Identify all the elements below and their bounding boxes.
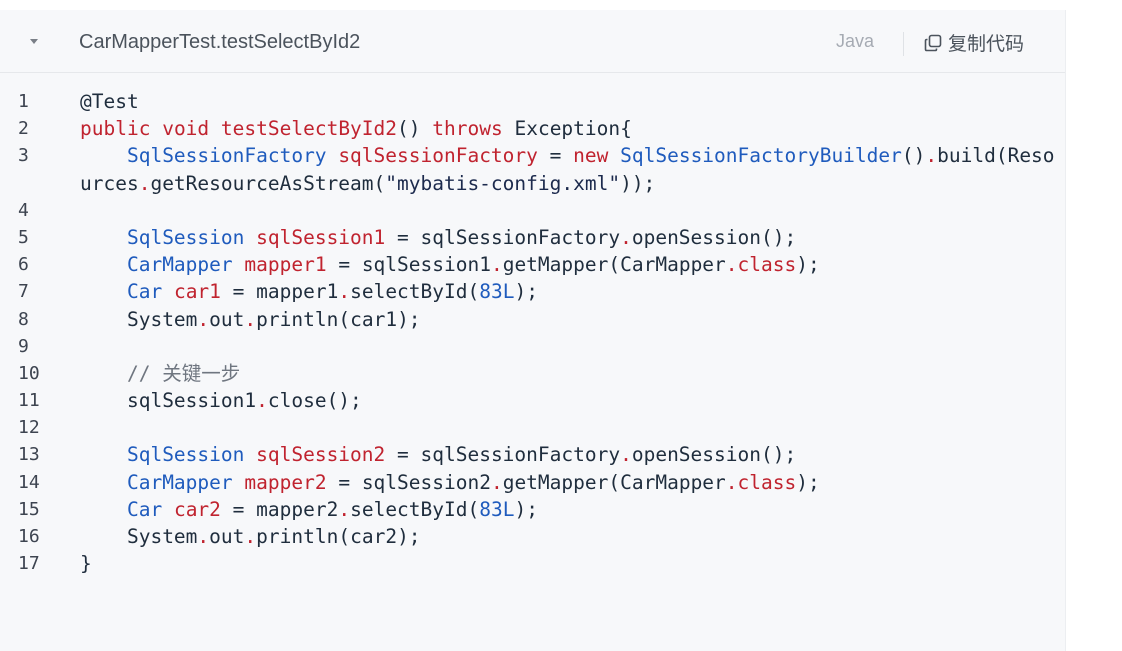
code-block-header: CarMapperTest.testSelectById2 Java 复制代码 [0,10,1065,73]
copy-label: 复制代码 [948,34,1025,55]
code-line: 6 CarMapper mapper1 = sqlSession1.getMap… [0,251,1065,278]
code-text: Car car1 = mapper1.selectById(83L); [126,280,538,304]
code-text: System.out.println(car2); [126,525,421,549]
line-number: 9 [18,335,29,357]
code-text: SqlSession sqlSession1 = sqlSessionFacto… [126,225,797,249]
code-content[interactable]: 1 @Test 2 public void testSelectById2() thr… [0,88,1065,577]
code-line: 8 System.out.println(car1); [0,306,1065,333]
line-number: 5 [18,226,29,248]
code-text: sqlSession1.close(); [126,389,362,413]
line-number: 6 [18,254,29,276]
line-number: 17 [18,553,40,575]
code-text: Car car2 = mapper2.selectById(83L); [126,497,538,521]
code-text: CarMapper mapper1 = sqlSession1.getMappe… [126,253,820,277]
code-text: // 关键一步 [80,361,241,385]
code-line: 13 SqlSession sqlSession2 = sqlSessionFa… [0,441,1065,468]
line-number: 15 [18,498,40,520]
line-number: 14 [18,471,40,493]
line-number: 13 [18,444,40,466]
line-number: 4 [18,199,29,221]
code-text: CarMapper mapper2 = sqlSession2.getMappe… [126,470,820,494]
code-line: 7 Car car1 = mapper1.selectById(83L); [0,278,1065,305]
line-number: 7 [18,281,29,303]
code-text: } [80,552,92,576]
code-text: SqlSessionFactory sqlSessionFactory = ne… [80,144,1055,195]
copy-code-button[interactable]: 复制代码 [924,29,1024,56]
chevron-down-icon[interactable] [30,39,38,44]
code-line: 10 // 关键一步 [0,360,1065,387]
copy-icon [924,34,942,51]
header-divider [903,32,904,56]
code-line: 17} [0,550,1065,577]
code-line: 16 System.out.println(car2); [0,523,1065,550]
code-text: System.out.println(car1); [126,307,421,331]
line-number: 12 [18,417,40,439]
code-line: 14 CarMapper mapper2 = sqlSession2.getMa… [0,469,1065,496]
line-number: 2 [18,118,29,140]
code-line: 1 @Test [0,88,1065,115]
line-number: 1 [18,91,29,112]
code-block: CarMapperTest.testSelectById2 Java 复制代码 … [0,10,1066,651]
language-label: Java [836,31,875,51]
line-number: 16 [18,526,40,548]
code-line: 15 Car car2 = mapper2.selectById(83L); [0,496,1065,523]
code-line: 4 [0,197,1065,224]
code-line: 3 SqlSessionFactory sqlSessionFactory = … [0,142,1065,196]
code-line: 2 public void testSelectById2() throws Ex… [0,115,1065,142]
code-line: 12 [0,414,1065,441]
code-line: 9 [0,333,1065,360]
line-number: 3 [18,145,29,167]
code-text: public void testSelectById2() throws Exc… [80,117,632,141]
code-text: @Test [80,90,139,113]
code-filename: CarMapperTest.testSelectById2 [79,31,361,53]
line-number: 8 [18,308,29,330]
line-number: 11 [18,390,40,412]
code-text: SqlSession sqlSession2 = sqlSessionFacto… [126,443,797,467]
line-number: 10 [18,362,40,384]
code-line: 5 SqlSession sqlSession1 = sqlSessionFac… [0,224,1065,251]
code-line: 11 sqlSession1.close(); [0,387,1065,414]
